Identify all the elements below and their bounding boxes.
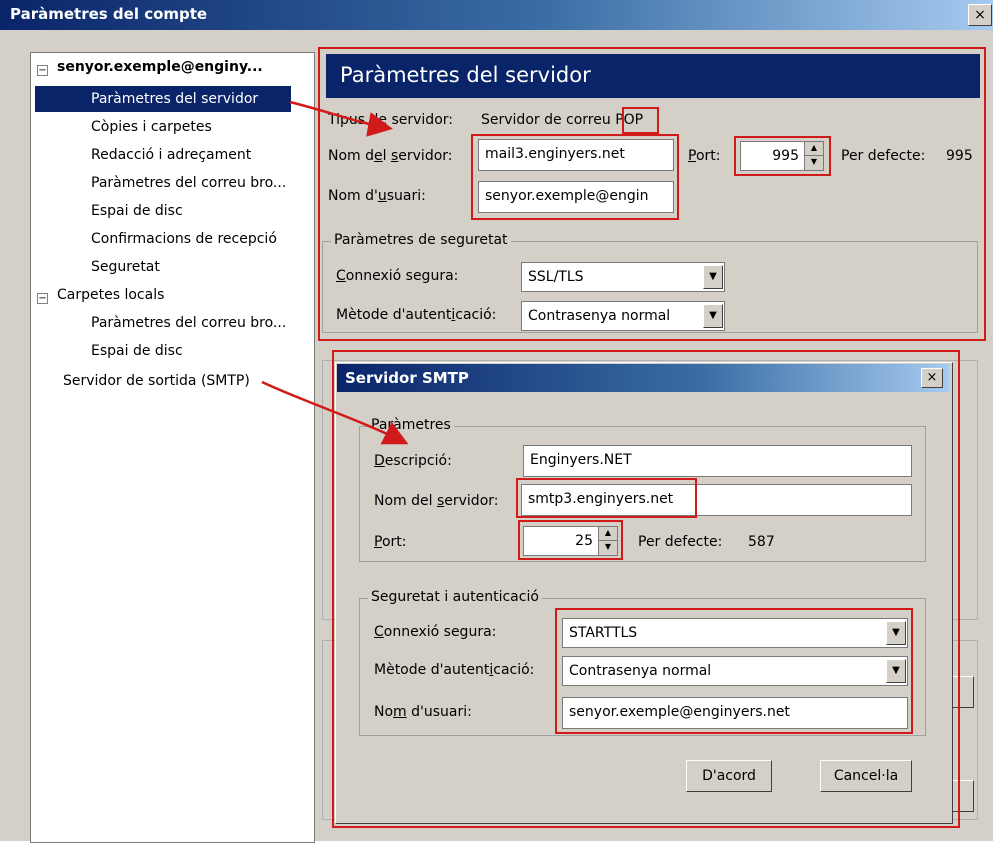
tree-item-security[interactable]: Seguretat [91,259,160,275]
tree-account[interactable]: senyor.exemple@enginy... [57,59,263,75]
annotation-box-smtp-security [555,608,913,734]
tree-smtp[interactable]: Servidor de sortida (SMTP) [63,373,250,389]
tree-item-copies[interactable]: Còpies i carpetes [91,119,212,135]
tree-item-local-disk[interactable]: Espai de disc [91,343,183,359]
tree-item-composition[interactable]: Redacció i adreçament [91,147,251,163]
collapse-icon[interactable]: − [37,65,48,76]
annotation-box-smtp-server [516,478,697,518]
annotation-box-port [734,136,831,176]
annotation-box-server-user [471,134,679,220]
annotation-box-smtp-dialog [332,350,960,828]
tree-local-folders[interactable]: Carpetes locals [57,287,164,303]
collapse-icon[interactable]: − [37,293,48,304]
account-tree: − senyor.exemple@enginy... Paràmetres de… [30,52,315,843]
window-titlebar: Paràmetres del compte × [0,0,993,30]
tree-item-receipts[interactable]: Confirmacions de recepció [91,231,277,247]
tree-item-local-junk[interactable]: Paràmetres del correu bro... [91,315,286,331]
tree-item-junk[interactable]: Paràmetres del correu bro... [91,175,286,191]
annotation-box-pop [622,107,659,134]
tree-item-disk-space[interactable]: Espai de disc [91,203,183,219]
close-icon[interactable]: × [968,4,992,26]
tree-item-server-settings[interactable]: Paràmetres del servidor [35,86,291,112]
annotation-box-smtp-port [518,520,623,560]
window-title: Paràmetres del compte [10,5,208,23]
